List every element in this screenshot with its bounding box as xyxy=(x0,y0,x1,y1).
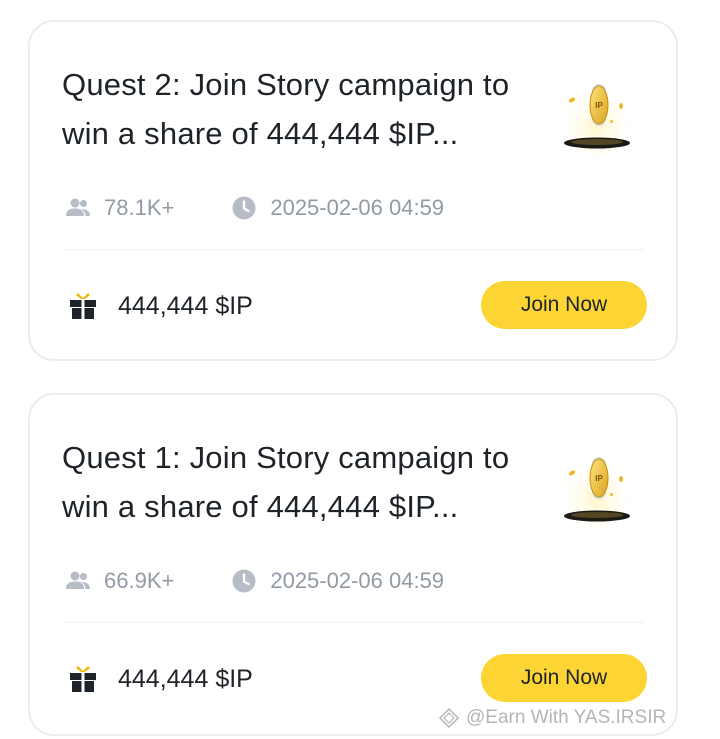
clock-icon xyxy=(232,569,256,593)
reward-amount: 444,444 $IP xyxy=(118,291,253,320)
gift-icon xyxy=(70,666,96,692)
people-icon xyxy=(66,198,90,216)
ip-coin-icon: IP xyxy=(563,80,631,156)
participants-count: 66.9K+ xyxy=(104,568,175,593)
gift-icon xyxy=(70,293,96,319)
join-now-button[interactable]: Join Now xyxy=(481,281,647,329)
watermark: @Earn With YAS.IRSIR xyxy=(438,704,666,732)
reward-info: 444,444 $IP xyxy=(68,288,253,324)
people-icon xyxy=(66,571,90,589)
quest-title: Quest 2: Join Story campaign to win a sh… xyxy=(62,67,510,151)
end-time: 2025-02-06 04:59 xyxy=(270,195,445,220)
participants-count: 78.1K+ xyxy=(104,195,175,220)
coin-label: IP xyxy=(595,101,603,110)
ip-coin-icon: IP xyxy=(563,453,631,529)
quest-title: Quest 1: Join Story campaign to win a sh… xyxy=(62,440,510,524)
join-now-button[interactable]: Join Now xyxy=(481,654,647,702)
quest-card: Quest 1: Join Story campaign to win a sh… xyxy=(28,393,678,736)
reward-amount: 444,444 $IP xyxy=(118,664,253,693)
reward-info: 444,444 $IP xyxy=(68,661,253,697)
quest-meta: 78.1K+ 2025-02-06 04:59 xyxy=(64,192,444,224)
watermark-text: @Earn With YAS.IRSIR xyxy=(466,707,667,728)
coin-label: IP xyxy=(595,474,603,483)
diamond-icon xyxy=(438,707,460,729)
quest-card: Quest 2: Join Story campaign to win a sh… xyxy=(28,20,678,361)
clock-icon xyxy=(232,196,256,220)
divider xyxy=(62,249,644,250)
divider xyxy=(62,622,644,623)
end-time: 2025-02-06 04:59 xyxy=(270,568,445,593)
quest-meta: 66.9K+ 2025-02-06 04:59 xyxy=(64,565,444,597)
